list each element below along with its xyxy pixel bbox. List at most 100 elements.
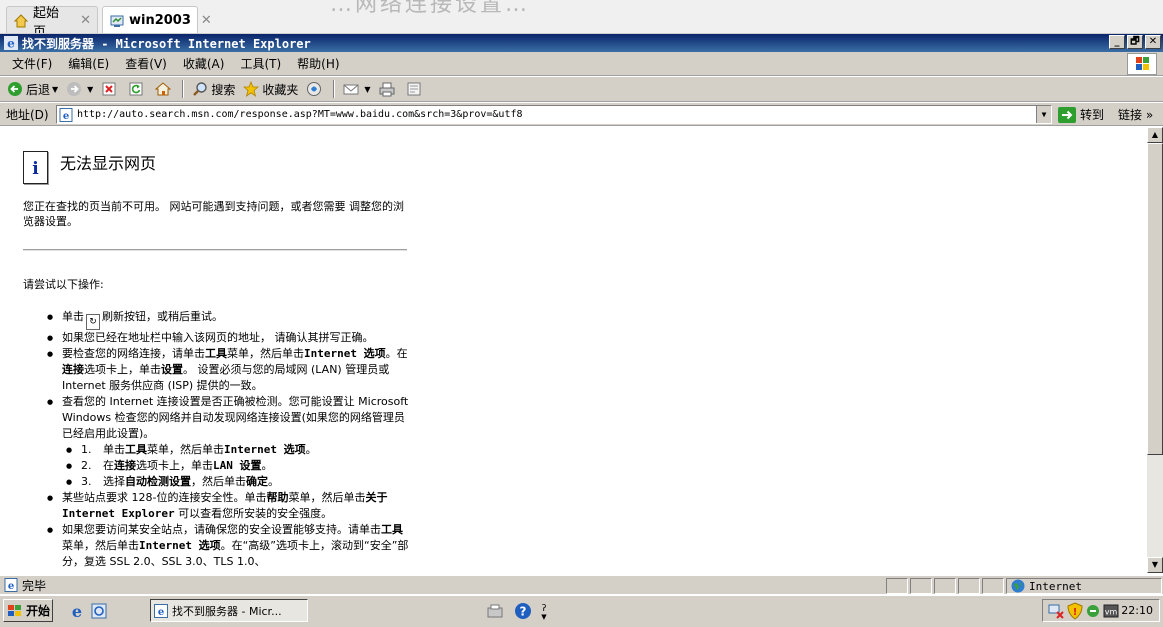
address-input[interactable]: e http://auto.search.msn.com/response.as… xyxy=(56,105,1052,124)
list-item: 如果您已经在地址栏中输入该网页的地址， 请确认其拼写正确。 xyxy=(47,330,411,346)
windows-logo-icon xyxy=(1127,53,1157,75)
mail-button[interactable]: ▼ xyxy=(340,78,373,100)
network-icon[interactable] xyxy=(1047,602,1065,623)
clock: 22:10 xyxy=(1121,604,1153,617)
address-dropdown-icon[interactable]: ▼ xyxy=(1036,106,1051,123)
dropdown-arrow-icon[interactable]: ▼ xyxy=(364,85,370,94)
svg-text:e: e xyxy=(158,607,164,618)
status-panel xyxy=(958,578,980,594)
scroll-thumb[interactable] xyxy=(1147,143,1163,455)
page-done-icon: e xyxy=(4,578,18,592)
task-label: 找不到服务器 - Micr... xyxy=(172,604,282,618)
media-button[interactable] xyxy=(303,78,328,100)
home-icon xyxy=(155,81,172,97)
go-arrow-icon xyxy=(1058,106,1076,123)
info-icon: i xyxy=(23,151,48,184)
toolbar-separator xyxy=(182,80,185,98)
list-item: 某些站点要求 128-位的连接安全性。单击帮助菜单，然后单击关于 Interne… xyxy=(47,490,411,522)
taskbar: 开始 e e 找不到服务器 - Micr... ? ʔ ▼ ! vm 22:10 xyxy=(0,595,1163,627)
system-tray: ! vm 22:10 xyxy=(1042,599,1160,622)
language-icon[interactable]: ʔ ▼ xyxy=(538,602,550,621)
favorites-button[interactable]: 收藏夹 xyxy=(240,78,301,100)
svg-text:vm: vm xyxy=(1105,608,1118,617)
sub-step: 3.选择自动检测设置，然后单击确定。 xyxy=(66,474,411,490)
status-panel xyxy=(982,578,1004,594)
svg-text:e: e xyxy=(8,581,14,592)
sub-step: 1.单击工具菜单，然后单击Internet 选项。 xyxy=(66,442,411,458)
dropdown-arrow-icon[interactable]: ▼ xyxy=(52,85,58,94)
menu-file[interactable]: 文件(F) xyxy=(4,55,60,72)
status-panel xyxy=(934,578,956,594)
forward-button[interactable]: ▼ xyxy=(63,78,96,100)
refresh-button[interactable] xyxy=(125,78,150,100)
search-label: 搜索 xyxy=(211,82,236,97)
start-label: 开始 xyxy=(26,604,51,618)
dropdown-arrow-icon[interactable]: ▼ xyxy=(87,85,93,94)
task-ie-window[interactable]: e 找不到服务器 - Micr... xyxy=(150,599,308,622)
connection-icon[interactable] xyxy=(1085,602,1101,623)
list-item: 要检查您的网络连接，请单击工具菜单，然后单击Internet 选项。在连接选项卡… xyxy=(47,346,411,394)
search-button[interactable]: 搜索 xyxy=(189,78,238,100)
window-titlebar: e 找不到服务器 - Microsoft Internet Explorer _… xyxy=(0,34,1163,52)
sub-steps: 1.单击工具菜单，然后单击Internet 选项。 2.在连接选项卡上，单击LA… xyxy=(62,442,411,490)
host-tab-home[interactable]: 起始页 ✕ xyxy=(6,6,98,33)
intro-text: 您正在查找的页当前不可用。 网站可能遇到支持问题，或者您需要 调整您的浏览器设置… xyxy=(23,200,404,228)
scroll-up-icon[interactable]: ▲ xyxy=(1147,127,1163,143)
status-text: 完毕 xyxy=(22,578,47,593)
svg-text:?: ? xyxy=(520,605,527,619)
vm-icon xyxy=(109,13,125,29)
minimize-button[interactable]: _ xyxy=(1109,35,1125,49)
globe-icon xyxy=(1011,579,1025,593)
scroll-down-icon[interactable]: ▼ xyxy=(1147,557,1163,573)
host-tab-win2003[interactable]: win2003 ✕ xyxy=(102,6,212,33)
start-button[interactable]: 开始 xyxy=(3,599,53,622)
refresh-icon: ↻ xyxy=(86,314,100,330)
vm-tools-icon[interactable]: vm xyxy=(1103,602,1119,623)
vertical-scrollbar[interactable]: ▲ ▼ xyxy=(1147,127,1163,573)
menu-edit[interactable]: 编辑(E) xyxy=(60,55,117,72)
close-icon[interactable]: ✕ xyxy=(201,13,212,28)
stop-icon xyxy=(101,81,117,97)
menu-view[interactable]: 查看(V) xyxy=(117,55,175,72)
zone-label: Internet xyxy=(1029,579,1082,593)
shield-icon[interactable]: ! xyxy=(1067,602,1083,623)
close-icon[interactable]: ✕ xyxy=(80,13,91,28)
toolbar-icon[interactable] xyxy=(486,602,504,620)
stop-button[interactable] xyxy=(98,78,123,100)
svg-text:e: e xyxy=(72,602,82,620)
page-title: 无法显示网页 xyxy=(60,154,157,173)
go-button[interactable]: 转到 xyxy=(1058,105,1104,124)
help-icon[interactable]: ? xyxy=(514,602,532,620)
explorer-quicklaunch-icon[interactable] xyxy=(90,602,108,620)
address-label: 地址(D) xyxy=(6,107,49,122)
restore-button[interactable]: 🗗 xyxy=(1127,35,1143,49)
menu-help[interactable]: 帮助(H) xyxy=(289,55,347,72)
favorites-label: 收藏夹 xyxy=(262,82,299,97)
close-button[interactable]: ✕ xyxy=(1145,35,1161,49)
host-tab-bar: …网络连接设置… 起始页 ✕ win2003 ✕ xyxy=(0,0,1163,34)
go-label: 转到 xyxy=(1080,108,1105,122)
ie-icon: e xyxy=(154,603,168,618)
home-icon xyxy=(13,13,29,29)
refresh-icon xyxy=(128,81,144,97)
back-label: 后退 xyxy=(26,82,51,97)
home-button[interactable] xyxy=(152,78,177,100)
menu-tools[interactable]: 工具(T) xyxy=(232,55,289,72)
address-url: http://auto.search.msn.com/response.asp?… xyxy=(77,109,523,120)
svg-text:e: e xyxy=(63,111,69,122)
sub-step: 2.在连接选项卡上，单击LAN 设置。 xyxy=(66,458,411,474)
toolbar-separator xyxy=(333,80,336,98)
list-item: 如果您要访问某安全站点，请确保您的安全设置能够支持。请单击工具菜单，然后单击In… xyxy=(47,522,411,570)
ie-quicklaunch-icon[interactable]: e xyxy=(68,602,86,621)
print-button[interactable] xyxy=(376,78,401,100)
window-title: 找不到服务器 - Microsoft Internet Explorer xyxy=(22,36,311,51)
media-icon xyxy=(306,81,322,97)
mail-icon xyxy=(343,81,359,97)
list-item: 单击↻刷新按钮，或稍后重试。 xyxy=(47,309,411,330)
edit-button[interactable] xyxy=(403,78,428,100)
back-button[interactable]: 后退 ▼ xyxy=(4,78,61,100)
star-icon xyxy=(243,81,260,97)
menu-favorites[interactable]: 收藏(A) xyxy=(175,55,233,72)
svg-text:e: e xyxy=(7,37,15,51)
links-button[interactable]: 链接 » xyxy=(1118,106,1153,123)
